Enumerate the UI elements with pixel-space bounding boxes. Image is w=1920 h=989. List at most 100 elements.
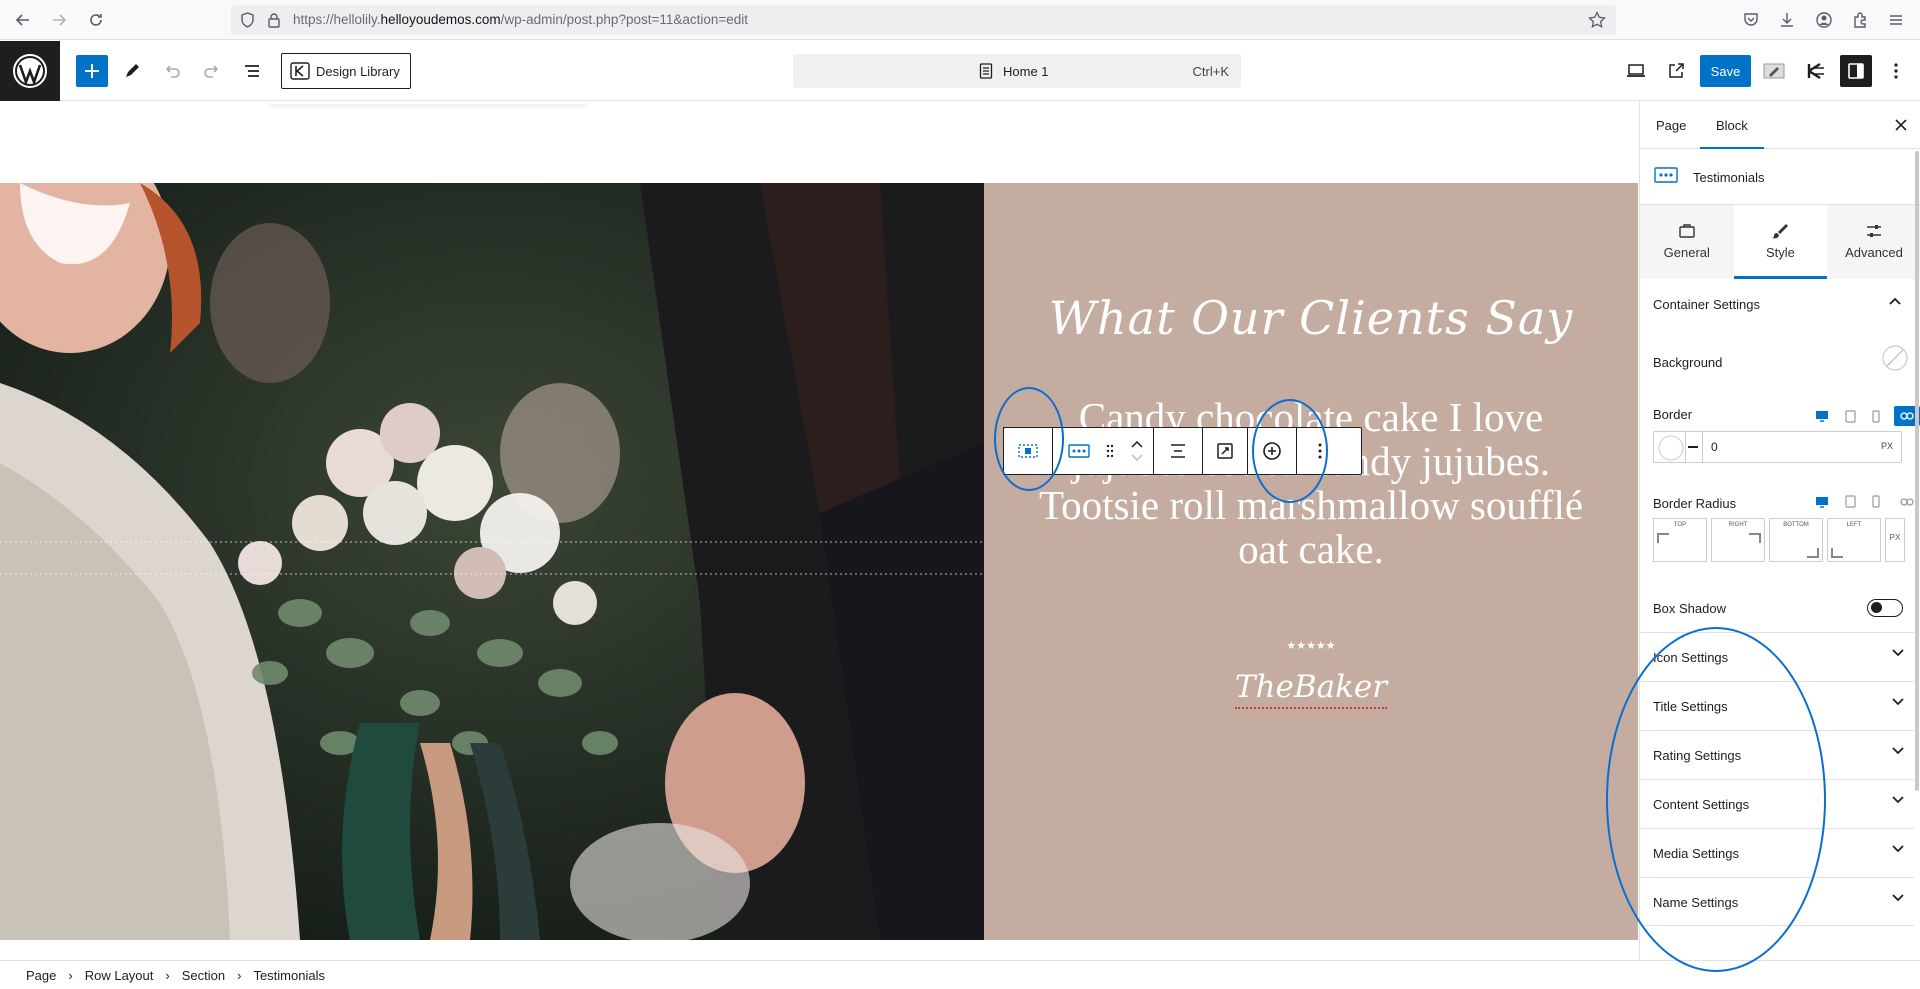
desktop-device-icon[interactable]	[1815, 496, 1829, 508]
settings-sidebar: Page Block Testimonials General Style Ad…	[1639, 101, 1920, 960]
copy-style-icon[interactable]	[1203, 428, 1247, 474]
undo-icon[interactable]	[156, 55, 188, 87]
block-options-kebab-icon[interactable]	[1297, 428, 1343, 474]
wedding-bouquet-image[interactable]	[0, 183, 984, 940]
divider	[1685, 432, 1686, 462]
name-settings-panel[interactable]: Name Settings	[1640, 877, 1914, 926]
forward-icon[interactable]	[47, 8, 71, 32]
mobile-device-icon[interactable]	[1872, 495, 1880, 508]
radius-right-input[interactable]: RIGHT	[1711, 518, 1765, 562]
design-library-label: Design Library	[316, 63, 400, 79]
reload-icon[interactable]	[84, 8, 108, 32]
preview-icon[interactable]	[1620, 55, 1652, 87]
download-icon[interactable]	[1776, 9, 1798, 31]
sidebar-scrollbar[interactable]	[1915, 151, 1919, 791]
editor-header: Design Library Home 1 Ctrl+K Save	[0, 41, 1920, 101]
url-text: https://hellolily.helloyoudemos.com/wp-a…	[293, 12, 749, 27]
settings-sidebar-toggle-icon[interactable]	[1840, 55, 1872, 87]
tab-style[interactable]: Style	[1733, 205, 1828, 279]
title-settings-panel[interactable]: Title Settings	[1640, 681, 1914, 730]
tablet-device-icon[interactable]	[1845, 495, 1856, 508]
account-icon[interactable]	[1813, 9, 1835, 31]
icon-settings-label: Icon Settings	[1653, 650, 1729, 665]
browser-toolbar: https://hellolily.helloyoudemos.com/wp-a…	[0, 0, 1920, 40]
link-radius-icon[interactable]	[1900, 497, 1914, 506]
tab-advanced[interactable]: Advanced	[1827, 205, 1920, 279]
radius-top-label: TOP	[1673, 522, 1687, 528]
tab-page[interactable]: Page	[1640, 101, 1702, 149]
container-settings-header[interactable]: Container Settings	[1640, 279, 1920, 329]
rating-settings-panel[interactable]: Rating Settings	[1640, 730, 1914, 779]
pocket-icon[interactable]	[1740, 9, 1762, 31]
shield-icon	[240, 12, 255, 28]
move-up-down-icon[interactable]	[1121, 428, 1153, 474]
breadcrumb-page[interactable]: Page	[26, 968, 56, 983]
mobile-device-icon[interactable]	[1872, 409, 1880, 423]
toolbar-block-group	[1059, 428, 1154, 474]
media-settings-panel[interactable]: Media Settings	[1640, 828, 1914, 877]
radius-top-input[interactable]: TOP	[1653, 518, 1707, 562]
wordpress-logo-icon[interactable]	[0, 41, 60, 101]
lock-icon	[267, 12, 281, 28]
page-icon	[979, 63, 993, 79]
align-center-icon[interactable]	[1154, 428, 1202, 474]
kadence-blocks-icon[interactable]	[1799, 55, 1831, 87]
radius-unit[interactable]: PX	[1885, 518, 1905, 562]
tools-pen-icon[interactable]	[116, 55, 148, 87]
document-bar[interactable]: Home 1 Ctrl+K	[793, 54, 1241, 88]
desktop-device-icon[interactable]	[1815, 410, 1829, 422]
document-title: Home 1	[1003, 64, 1049, 79]
border-radius-row: Border Radius TOP RIGHT BOTTOM LEFT PX	[1640, 490, 1920, 570]
save-button[interactable]: Save	[1700, 55, 1751, 87]
options-kebab-icon[interactable]	[1880, 55, 1912, 87]
editor-canvas[interactable]: What Our Clients Say Candy chocolate cak…	[0, 101, 1638, 960]
add-item-plus-circle-icon[interactable]	[1248, 428, 1296, 474]
menu-icon[interactable]	[1885, 9, 1907, 31]
border-unit[interactable]: PX	[1881, 441, 1893, 451]
bookmark-star-icon[interactable]	[1588, 11, 1606, 29]
tab-block[interactable]: Block	[1700, 101, 1764, 149]
box-shadow-toggle[interactable]	[1867, 599, 1903, 617]
select-parent-section-icon[interactable]	[1004, 428, 1052, 474]
breadcrumb-separator-icon: ›	[165, 967, 170, 983]
design-library-button[interactable]: Design Library	[281, 53, 411, 89]
radius-inputs: TOP RIGHT BOTTOM LEFT PX	[1653, 518, 1915, 564]
tablet-device-icon[interactable]	[1845, 409, 1856, 423]
view-page-external-icon[interactable]	[1660, 55, 1692, 87]
testimonials-block-icon[interactable]	[1059, 428, 1099, 474]
testimonial-name[interactable]: TheBaker	[984, 669, 1638, 709]
tab-general[interactable]: General	[1640, 205, 1734, 279]
breadcrumb-testimonials[interactable]: Testimonials	[253, 968, 325, 983]
background-color-swatch[interactable]	[1881, 344, 1909, 372]
command-shortcut: Ctrl+K	[1192, 64, 1229, 79]
background-label: Background	[1653, 355, 1723, 370]
kadence-settings-icon[interactable]	[1758, 55, 1790, 87]
border-style-solid-icon[interactable]	[1688, 446, 1698, 448]
testimonial-title[interactable]: What Our Clients Say	[984, 291, 1638, 345]
close-icon[interactable]	[1891, 115, 1911, 135]
testimonial-content[interactable]: Candy chocolate cake I love jujubes cott…	[1024, 395, 1598, 571]
document-overview-icon[interactable]	[236, 55, 268, 87]
breadcrumb-separator-icon: ›	[237, 967, 242, 983]
border-device-icons	[1815, 406, 1920, 426]
radius-bottom-input[interactable]: BOTTOM	[1769, 518, 1823, 562]
drag-handle-icon[interactable]	[1099, 428, 1121, 474]
border-color-swatch[interactable]	[1658, 435, 1684, 461]
redo-icon[interactable]	[196, 55, 228, 87]
icon-settings-panel[interactable]: Icon Settings	[1640, 632, 1914, 681]
add-block-button[interactable]	[76, 55, 108, 87]
testimonial-rating-stars[interactable]: ★★★★★	[984, 639, 1638, 652]
testimonial-block[interactable]: What Our Clients Say Candy chocolate cak…	[984, 183, 1638, 940]
toolbar-options-group	[1297, 428, 1343, 474]
address-bar[interactable]: https://hellolily.helloyoudemos.com/wp-a…	[231, 5, 1616, 35]
back-icon[interactable]	[11, 8, 35, 32]
breadcrumb-row-layout[interactable]: Row Layout	[85, 968, 154, 983]
breadcrumb-section[interactable]: Section	[182, 968, 225, 983]
breadcrumb-separator-icon: ›	[68, 967, 73, 983]
border-width-input[interactable]: 0 PX	[1653, 431, 1902, 463]
kadence-logo-icon	[290, 62, 310, 80]
content-settings-panel[interactable]: Content Settings	[1640, 779, 1914, 828]
radius-left-input[interactable]: LEFT	[1827, 518, 1881, 562]
chevron-down-icon	[1892, 894, 1904, 902]
extensions-icon[interactable]	[1849, 9, 1871, 31]
